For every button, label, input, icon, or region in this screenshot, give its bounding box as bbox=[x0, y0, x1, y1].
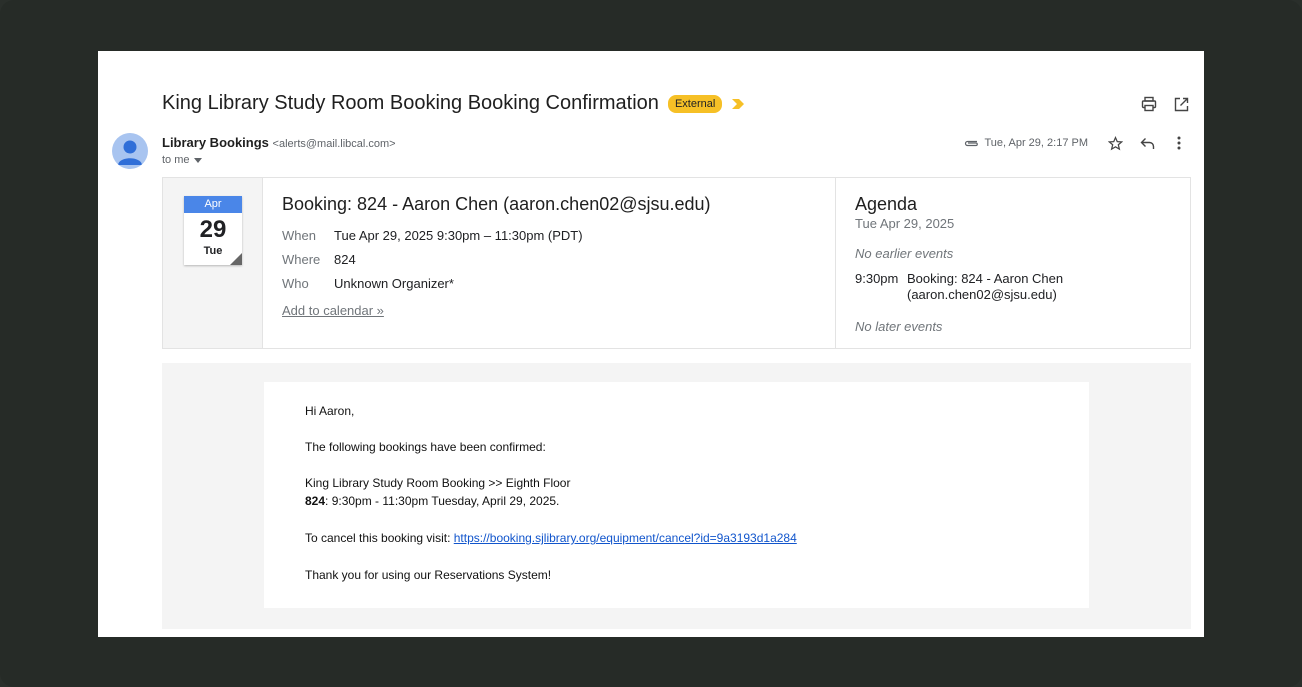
event-when-row: When Tue Apr 29, 2025 9:30pm – 11:30pm (… bbox=[282, 228, 816, 243]
reply-icon[interactable] bbox=[1138, 134, 1156, 152]
event-where-value: 824 bbox=[334, 252, 356, 267]
add-to-calendar-link[interactable]: Add to calendar » bbox=[282, 303, 384, 318]
attachment-icon bbox=[965, 140, 979, 147]
event-where-label: Where bbox=[282, 252, 321, 267]
email-subject: King Library Study Room Booking Booking … bbox=[162, 92, 659, 114]
agenda-event-time: 9:30pm bbox=[855, 271, 899, 286]
recipient-label: to me bbox=[162, 154, 190, 166]
calendar-month: Apr bbox=[184, 196, 242, 213]
open-in-new-window-icon[interactable] bbox=[1172, 95, 1190, 113]
event-who-label: Who bbox=[282, 276, 309, 291]
page-fold-icon bbox=[230, 253, 242, 265]
event-details: Booking: 824 - Aaron Chen (aaron.chen02@… bbox=[263, 178, 836, 348]
booking-time: : 9:30pm - 11:30pm Tuesday, April 29, 20… bbox=[325, 494, 560, 508]
event-who-value: Unknown Organizer* bbox=[334, 276, 454, 291]
agenda-date: Tue Apr 29, 2025 bbox=[855, 216, 955, 231]
greeting: Hi Aaron, bbox=[305, 404, 355, 418]
person-icon bbox=[118, 140, 142, 165]
received-date: Tue, Apr 29, 2:17 PM bbox=[984, 137, 1088, 149]
agenda-no-earlier: No earlier events bbox=[855, 246, 954, 261]
sender-email: <alerts@mail.libcal.com> bbox=[272, 138, 396, 150]
message-body-background: Hi Aaron, The following bookings have be… bbox=[162, 363, 1191, 629]
room-number: 824 bbox=[305, 494, 326, 508]
agenda-event-description: Booking: 824 - Aaron Chen (aaron.chen02@… bbox=[907, 271, 1064, 302]
email-view: King Library Study Room Booking Booking … bbox=[98, 51, 1204, 637]
event-when-label: When bbox=[282, 228, 316, 243]
chevron-down-icon bbox=[193, 157, 202, 163]
sender-line: Library Bookings <alerts@mail.libcal.com… bbox=[162, 135, 396, 150]
calendar-date-icon: Apr 29 Tue bbox=[184, 196, 242, 265]
message-body: Hi Aaron, The following bookings have be… bbox=[264, 382, 1089, 608]
event-when-value: Tue Apr 29, 2025 9:30pm – 11:30pm (PDT) bbox=[334, 228, 583, 243]
agenda-panel: Agenda Tue Apr 29, 2025 No earlier event… bbox=[836, 178, 1190, 348]
date-group: Tue, Apr 29, 2:17 PM bbox=[963, 137, 1088, 149]
email-subject-row: King Library Study Room Booking Booking … bbox=[162, 92, 745, 115]
intro-text: The following bookings have been confirm… bbox=[305, 440, 546, 454]
booking-line: King Library Study Room Booking >> Eight… bbox=[305, 476, 571, 490]
cancel-prefix: To cancel this booking visit: bbox=[305, 531, 454, 545]
message-meta: Tue, Apr 29, 2:17 PM bbox=[963, 134, 1188, 152]
print-icon[interactable] bbox=[1140, 95, 1158, 113]
sender-name[interactable]: Library Bookings bbox=[162, 135, 269, 150]
cancel-booking-link[interactable]: https://booking.sjlibrary.org/equipment/… bbox=[454, 531, 797, 545]
booking-details: King Library Study Room Booking >> Eight… bbox=[305, 474, 1048, 510]
calendar-tile-column: Apr 29 Tue bbox=[163, 178, 263, 348]
avatar[interactable] bbox=[112, 133, 148, 169]
external-badge: External bbox=[667, 94, 723, 113]
event-where-row: Where 824 bbox=[282, 252, 816, 267]
event-who-row: Who Unknown Organizer* bbox=[282, 276, 816, 291]
top-actions bbox=[1140, 95, 1190, 113]
cancel-paragraph: To cancel this booking visit: https://bo… bbox=[305, 529, 1048, 547]
more-options-icon[interactable] bbox=[1170, 134, 1188, 152]
calendar-day: 29 bbox=[199, 216, 227, 243]
event-title: Booking: 824 - Aaron Chen (aaron.chen02@… bbox=[282, 194, 711, 214]
important-marker-icon[interactable] bbox=[732, 98, 745, 109]
thanks-text: Thank you for using our Reservations Sys… bbox=[305, 568, 552, 582]
agenda-no-later: No later events bbox=[855, 319, 943, 334]
calendar-invite-card: Apr 29 Tue Booking: 824 - Aaron Chen (aa… bbox=[162, 177, 1191, 349]
recipient-dropdown[interactable]: to me bbox=[162, 154, 202, 166]
agenda-event[interactable]: 9:30pm Booking: 824 - Aaron Chen (aaron.… bbox=[855, 271, 1171, 303]
agenda-title: Agenda bbox=[855, 194, 918, 214]
star-icon[interactable] bbox=[1106, 134, 1124, 152]
